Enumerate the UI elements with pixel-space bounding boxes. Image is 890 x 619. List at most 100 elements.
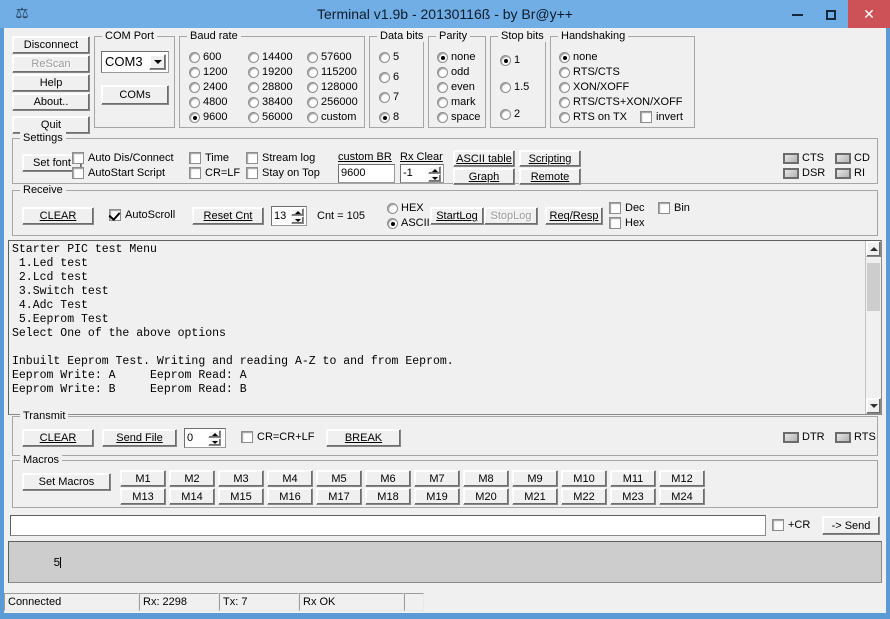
- scripting-button[interactable]: Scripting: [519, 150, 581, 167]
- macro-button-m24[interactable]: M24: [659, 488, 705, 505]
- plus-cr-checkbox[interactable]: +CR: [772, 519, 810, 532]
- startlog-button[interactable]: StartLog: [430, 207, 484, 225]
- baud-115200[interactable]: 115200: [307, 66, 357, 79]
- baud-56000[interactable]: 56000: [248, 111, 293, 124]
- macro-button-m16[interactable]: M16: [267, 488, 313, 505]
- receive-clear-button[interactable]: CLEAR: [22, 207, 94, 225]
- macro-button-m15[interactable]: M15: [218, 488, 264, 505]
- hex-checkbox[interactable]: Hex: [609, 217, 645, 230]
- maximize-button[interactable]: [814, 0, 848, 28]
- chevron-down-icon[interactable]: [149, 54, 166, 70]
- receive-hex-radio[interactable]: HEX: [387, 202, 424, 215]
- handshaking-none[interactable]: none: [559, 51, 597, 64]
- break-button[interactable]: BREAK: [326, 429, 401, 447]
- macro-button-m1[interactable]: M1: [120, 470, 166, 487]
- transmit-delay-stepper-up[interactable]: [208, 430, 221, 438]
- req-resp-button[interactable]: Req/Resp: [545, 207, 603, 225]
- receive-text-area[interactable]: Starter PIC test Menu 1.Led test 2.Lcd t…: [8, 240, 882, 415]
- macro-button-m4[interactable]: M4: [267, 470, 313, 487]
- baud-600[interactable]: 600: [189, 51, 221, 64]
- baud-38400[interactable]: 38400: [248, 96, 293, 109]
- baud-9600[interactable]: 9600: [189, 111, 227, 124]
- remote-button[interactable]: Remote: [519, 168, 581, 185]
- stoplog-button[interactable]: StopLog: [484, 207, 538, 225]
- macro-button-m17[interactable]: M17: [316, 488, 362, 505]
- transmit-edit-area[interactable]: 5: [8, 541, 882, 583]
- macro-button-m10[interactable]: M10: [561, 470, 607, 487]
- send-file-button[interactable]: Send File: [102, 429, 177, 447]
- transmit-delay-stepper-down[interactable]: [208, 438, 221, 446]
- stop-bits-1[interactable]: 1: [500, 54, 520, 67]
- baud-256000[interactable]: 256000: [307, 96, 358, 109]
- handshaking-invert-checkbox[interactable]: invert: [640, 111, 683, 124]
- receive-cnt-stepper-up[interactable]: [291, 208, 304, 216]
- com-port-select[interactable]: COM3: [101, 51, 169, 73]
- parity-even[interactable]: even: [437, 81, 475, 94]
- handshaking-rts-on-tx[interactable]: RTS on TX: [559, 111, 627, 124]
- stream-log-checkbox[interactable]: Stream log: [246, 152, 315, 165]
- baud-2400[interactable]: 2400: [189, 81, 227, 94]
- bin-checkbox[interactable]: Bin: [658, 202, 690, 215]
- parity-mark[interactable]: mark: [437, 96, 475, 109]
- macro-button-m22[interactable]: M22: [561, 488, 607, 505]
- scrollbar-thumb[interactable]: [867, 263, 880, 311]
- parity-odd[interactable]: odd: [437, 66, 469, 79]
- autoscroll-checkbox[interactable]: AutoScroll: [109, 209, 175, 222]
- coms-button[interactable]: COMs: [101, 85, 169, 105]
- scroll-down-icon[interactable]: [866, 398, 881, 414]
- transmit-clear-button[interactable]: CLEAR: [22, 429, 94, 447]
- parity-space[interactable]: space: [437, 111, 480, 124]
- auto-dis-connect-checkbox[interactable]: Auto Dis/Connect: [72, 152, 174, 165]
- macro-button-m19[interactable]: M19: [414, 488, 460, 505]
- macro-button-m21[interactable]: M21: [512, 488, 558, 505]
- macro-button-m3[interactable]: M3: [218, 470, 264, 487]
- dec-checkbox[interactable]: Dec: [609, 202, 645, 215]
- cr-cr-lf-checkbox[interactable]: CR=CR+LF: [241, 431, 314, 444]
- cr-eq-lf-checkbox[interactable]: CR=LF: [189, 167, 240, 180]
- handshaking-rts-cts[interactable]: RTS/CTS: [559, 66, 620, 79]
- data-bits-6[interactable]: 6: [379, 71, 399, 84]
- transmit-delay-stepper[interactable]: [208, 430, 221, 446]
- rx-clear-stepper[interactable]: [428, 166, 441, 182]
- set-macros-button[interactable]: Set Macros: [22, 473, 111, 491]
- rescan-button[interactable]: ReScan: [12, 55, 90, 73]
- receive-ascii-radio[interactable]: ASCII: [387, 217, 430, 230]
- data-bits-8[interactable]: 8: [379, 111, 399, 124]
- baud-57600[interactable]: 57600: [307, 51, 352, 64]
- macro-button-m7[interactable]: M7: [414, 470, 460, 487]
- data-bits-7[interactable]: 7: [379, 91, 399, 104]
- rx-clear-stepper-up[interactable]: [428, 166, 441, 174]
- minimize-button[interactable]: [780, 0, 814, 28]
- reset-cnt-button[interactable]: Reset Cnt: [192, 207, 264, 225]
- scroll-up-icon[interactable]: [866, 241, 881, 257]
- baud-1200[interactable]: 1200: [189, 66, 227, 79]
- macro-button-m12[interactable]: M12: [659, 470, 705, 487]
- custom-br-input[interactable]: 9600: [338, 164, 395, 183]
- macro-button-m18[interactable]: M18: [365, 488, 411, 505]
- baud-19200[interactable]: 19200: [248, 66, 293, 79]
- close-button[interactable]: ✕: [848, 0, 890, 28]
- macro-button-m2[interactable]: M2: [169, 470, 215, 487]
- receive-scrollbar[interactable]: [865, 241, 881, 414]
- macro-button-m23[interactable]: M23: [610, 488, 656, 505]
- time-checkbox[interactable]: Time: [189, 152, 229, 165]
- about-button[interactable]: About..: [12, 93, 90, 111]
- macro-button-m8[interactable]: M8: [463, 470, 509, 487]
- receive-cnt-stepper-down[interactable]: [291, 216, 304, 224]
- macro-button-m5[interactable]: M5: [316, 470, 362, 487]
- handshaking-rts-cts-xon-xoff[interactable]: RTS/CTS+XON/XOFF: [559, 96, 683, 109]
- macro-button-m9[interactable]: M9: [512, 470, 558, 487]
- macro-button-m13[interactable]: M13: [120, 488, 166, 505]
- receive-cnt-stepper[interactable]: [291, 208, 304, 224]
- handshaking-xon-xoff[interactable]: XON/XOFF: [559, 81, 629, 94]
- baud-28800[interactable]: 28800: [248, 81, 293, 94]
- graph-button[interactable]: Graph: [453, 168, 515, 185]
- macro-button-m6[interactable]: M6: [365, 470, 411, 487]
- ascii-table-button[interactable]: ASCII table: [453, 150, 515, 167]
- baud-14400[interactable]: 14400: [248, 51, 293, 64]
- data-bits-5[interactable]: 5: [379, 51, 399, 64]
- macro-button-m14[interactable]: M14: [169, 488, 215, 505]
- macro-button-m20[interactable]: M20: [463, 488, 509, 505]
- rx-clear-stepper-down[interactable]: [428, 174, 441, 182]
- stop-bits-1-5[interactable]: 1.5: [500, 81, 529, 94]
